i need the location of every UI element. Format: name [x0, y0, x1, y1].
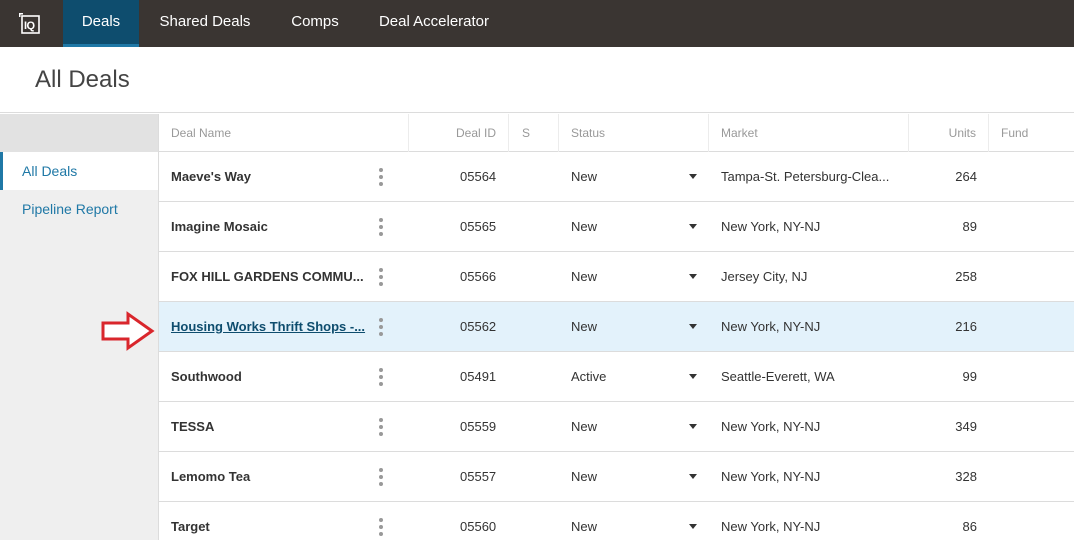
deal-units: 258 — [955, 269, 977, 284]
deal-market: Jersey City, NJ — [721, 269, 808, 284]
logo-text: IQ — [24, 20, 35, 32]
top-nav-bar: IQ Deals Shared Deals Comps Deal Acceler… — [0, 0, 1074, 47]
deal-name[interactable]: TESSA — [171, 402, 366, 452]
deal-market: New York, NY-NJ — [721, 419, 821, 434]
deal-market: New York, NY-NJ — [721, 519, 821, 534]
column-header-market[interactable]: Market — [709, 114, 909, 152]
table-row[interactable]: TESSA 05559 New New York, NY-NJ 349 — [159, 402, 1074, 452]
column-header-fund[interactable]: Fund — [989, 114, 1074, 152]
tab-comps-label: Comps — [291, 13, 339, 30]
table-row-selected[interactable]: Housing Works Thrift Shops -... 05562 Ne… — [159, 302, 1074, 352]
status-dropdown-icon[interactable] — [689, 474, 697, 479]
deal-id: 05565 — [460, 219, 497, 234]
deal-status: New — [571, 219, 598, 234]
column-header-deal-id[interactable]: Deal ID — [409, 114, 509, 152]
deal-market: New York, NY-NJ — [721, 219, 821, 234]
table-row[interactable]: Maeve's Way 05564 New Tampa-St. Petersbu… — [159, 152, 1074, 202]
deal-units: 349 — [955, 419, 977, 434]
more-options-icon[interactable] — [378, 468, 384, 486]
deal-id: 05559 — [460, 419, 497, 434]
tab-comps[interactable]: Comps — [280, 0, 350, 47]
deal-status: Active — [571, 369, 607, 384]
column-header-deal-name[interactable]: Deal Name — [159, 114, 409, 152]
deal-name-link[interactable]: Housing Works Thrift Shops -... — [171, 302, 366, 352]
deal-market: Seattle-Everett, WA — [721, 369, 835, 384]
page-header: All Deals — [0, 47, 1074, 113]
status-dropdown-icon[interactable] — [689, 174, 697, 179]
more-options-icon[interactable] — [378, 418, 384, 436]
deal-units: 328 — [955, 469, 977, 484]
more-options-icon[interactable] — [378, 168, 384, 186]
deal-status: New — [571, 269, 598, 284]
status-dropdown-icon[interactable] — [689, 224, 697, 229]
deals-table: Deal Name Deal ID S Status Market Units … — [158, 114, 1074, 540]
tab-deals-label: Deals — [81, 13, 121, 30]
status-dropdown-icon[interactable] — [689, 424, 697, 429]
deal-name[interactable]: Imagine Mosaic — [171, 202, 366, 252]
more-options-icon[interactable] — [378, 218, 384, 236]
deal-id: 05491 — [460, 369, 497, 384]
column-header-s[interactable]: S — [509, 114, 559, 152]
table-row[interactable]: Lemomo Tea 05557 New New York, NY-NJ 328 — [159, 452, 1074, 502]
deal-name[interactable]: Lemomo Tea — [171, 452, 366, 502]
deal-units: 99 — [962, 369, 977, 384]
deal-id: 05566 — [460, 269, 497, 284]
deal-units: 89 — [962, 219, 977, 234]
deal-market: New York, NY-NJ — [721, 319, 821, 334]
deal-units: 216 — [955, 319, 977, 334]
sidebar-header — [0, 114, 158, 152]
status-dropdown-icon[interactable] — [689, 324, 697, 329]
deal-name[interactable]: FOX HILL GARDENS COMMU... — [171, 252, 366, 302]
more-options-icon[interactable] — [378, 518, 384, 536]
deal-units: 86 — [962, 519, 977, 534]
deal-id: 05560 — [460, 519, 497, 534]
deal-status: New — [571, 419, 598, 434]
tab-shared-deals-label: Shared Deals — [159, 13, 251, 30]
status-dropdown-icon[interactable] — [689, 374, 697, 379]
sidebar-item-pipeline-report[interactable]: Pipeline Report — [0, 190, 158, 228]
deal-market: Tampa-St. Petersburg-Clea... — [721, 169, 890, 184]
tab-shared-deals[interactable]: Shared Deals — [150, 0, 260, 47]
sidebar-item-label: Pipeline Report — [22, 201, 118, 217]
deal-id: 05562 — [460, 319, 497, 334]
tab-deal-accelerator-label: Deal Accelerator — [378, 13, 490, 30]
deal-name[interactable]: Maeve's Way — [171, 152, 366, 202]
deal-market: New York, NY-NJ — [721, 469, 821, 484]
column-header-units[interactable]: Units — [909, 114, 989, 152]
status-dropdown-icon[interactable] — [689, 274, 697, 279]
table-row[interactable]: Imagine Mosaic 05565 New New York, NY-NJ… — [159, 202, 1074, 252]
more-options-icon[interactable] — [378, 368, 384, 386]
deal-name[interactable]: Southwood — [171, 352, 366, 402]
status-dropdown-icon[interactable] — [689, 524, 697, 529]
annotation-arrow-icon — [101, 311, 155, 351]
tab-deal-accelerator[interactable]: Deal Accelerator — [370, 0, 498, 47]
table-row[interactable]: Target 05560 New New York, NY-NJ 86 — [159, 502, 1074, 540]
deal-status: New — [571, 469, 598, 484]
deal-name[interactable]: Target — [171, 502, 366, 540]
deal-status: New — [571, 169, 598, 184]
deal-status: New — [571, 519, 598, 534]
sidebar-item-all-deals[interactable]: All Deals — [0, 152, 158, 190]
column-header-status[interactable]: Status — [559, 114, 709, 152]
more-options-icon[interactable] — [378, 318, 384, 336]
deal-id: 05557 — [460, 469, 497, 484]
tab-deals[interactable]: Deals — [63, 0, 139, 47]
deal-units: 264 — [955, 169, 977, 184]
table-header: Deal Name Deal ID S Status Market Units … — [159, 114, 1074, 152]
more-options-icon[interactable] — [378, 268, 384, 286]
table-row[interactable]: FOX HILL GARDENS COMMU... 05566 New Jers… — [159, 252, 1074, 302]
page-title: All Deals — [35, 66, 130, 93]
app-logo[interactable]: IQ — [17, 11, 41, 35]
table-row[interactable]: Southwood 05491 Active Seattle-Everett, … — [159, 352, 1074, 402]
deal-status: New — [571, 319, 598, 334]
deal-id: 05564 — [460, 169, 497, 184]
sidebar-item-label: All Deals — [22, 163, 78, 179]
